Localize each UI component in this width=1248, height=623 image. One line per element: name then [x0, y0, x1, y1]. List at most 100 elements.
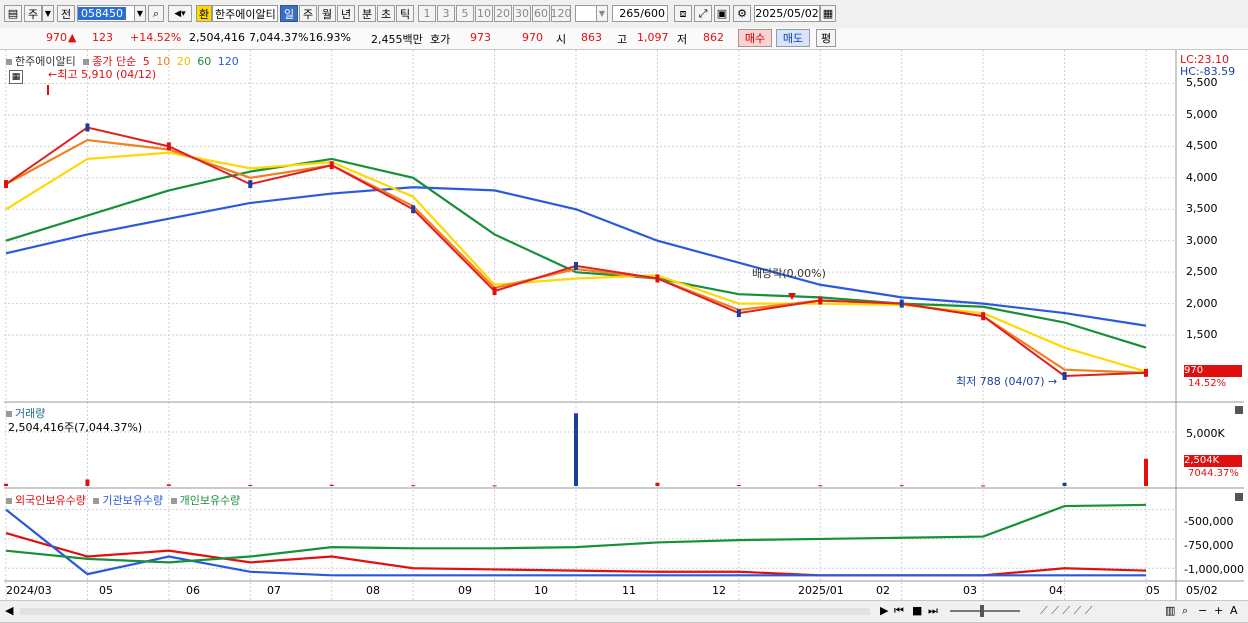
- open-price: 863: [581, 31, 602, 44]
- scroll-left-icon[interactable]: ◀: [5, 604, 13, 617]
- high-annotation-text: 최고 5,910 (04/12): [57, 68, 157, 81]
- price-axis-tick: 5,000: [1186, 107, 1218, 121]
- chart-type-icon[interactable]: ▥: [1165, 604, 1175, 617]
- minute-option-120[interactable]: 120: [551, 5, 572, 22]
- high-label: 고: [617, 33, 628, 46]
- volume-bar: [574, 413, 578, 486]
- stop-icon[interactable]: ■: [912, 604, 922, 617]
- current-pct-tag: 14.52%: [1188, 378, 1227, 389]
- zoom-search-icon[interactable]: ⌕: [1182, 604, 1188, 618]
- period-second-tab[interactable]: 초: [377, 5, 395, 22]
- save-icon[interactable]: ▣: [714, 5, 730, 22]
- prefix-label: 전: [57, 5, 75, 22]
- period-week-tab[interactable]: 주: [299, 5, 317, 22]
- institution-checkbox-icon[interactable]: [93, 498, 100, 504]
- holding-panel-close-icon[interactable]: [1235, 493, 1243, 501]
- period-month-tab[interactable]: 월: [318, 5, 336, 22]
- gear-icon[interactable]: ⚙: [733, 5, 751, 22]
- draw-tools-icon[interactable]: ⟋ ⟋ ⟋ ⟋ ⟋: [1040, 604, 1093, 618]
- x-axis-label: 08: [366, 584, 380, 597]
- minute-option-5[interactable]: 5: [456, 5, 474, 22]
- price-axis-tick: 2,500: [1186, 265, 1218, 279]
- forward-icon[interactable]: ⏭: [928, 604, 938, 618]
- volume-bar: [1062, 482, 1067, 486]
- zoom-out-icon[interactable]: −: [1198, 604, 1207, 617]
- candle: [85, 123, 90, 132]
- date-field[interactable]: 2025/05/02: [754, 5, 820, 22]
- volume-bar: [329, 484, 334, 486]
- ma-120-label: 120: [217, 55, 239, 68]
- code-dropdown-icon[interactable]: ▼: [134, 5, 146, 22]
- legend-checkbox-icon[interactable]: [83, 59, 90, 65]
- font-size-icon[interactable]: A: [1230, 604, 1238, 617]
- minute-option-30[interactable]: 30: [513, 5, 531, 22]
- open-label: 시: [556, 33, 567, 46]
- period-day-tab[interactable]: 일: [280, 5, 298, 22]
- volume-panel-close-icon[interactable]: [1235, 406, 1243, 414]
- low-price: 862: [703, 31, 724, 44]
- chart-background: [4, 50, 1244, 605]
- chart-type-tab[interactable]: 주: [24, 5, 42, 22]
- speaker-icon[interactable]: ◀▾: [168, 5, 192, 22]
- custom-period-dropdown-icon[interactable]: ▼: [596, 5, 608, 22]
- volume-bar: [818, 485, 823, 487]
- buy-button[interactable]: 매수: [738, 29, 772, 47]
- period-year-tab[interactable]: 년: [337, 5, 355, 22]
- holding-panel-legend: 외국인보유수량 기관보유수량 개인보유수량: [6, 492, 240, 508]
- minute-option-1[interactable]: 1: [418, 5, 436, 22]
- candle-icon[interactable]: ⧈: [674, 5, 692, 22]
- volume-pct-tag: 7044.37%: [1188, 468, 1239, 479]
- panel-checkbox-icon[interactable]: [6, 59, 12, 65]
- volume-summary: 2,504,416주(7,044.37%): [8, 421, 143, 434]
- holding-tick-1: -500,000: [1184, 515, 1234, 528]
- volume-bar: [4, 483, 8, 486]
- turnover-value: 16.93%: [309, 31, 351, 44]
- price-axis-tick: 2,000: [1186, 296, 1218, 310]
- x-axis-label: 04: [1049, 584, 1063, 597]
- sell-button[interactable]: 매도: [776, 29, 810, 47]
- candle: [736, 309, 741, 318]
- period-tick-tab[interactable]: 틱: [396, 5, 414, 22]
- low-annotation-text: 최저 788 (04/07): [956, 375, 1045, 388]
- price-axis-tick: 4,000: [1186, 170, 1218, 184]
- current-price: 970: [46, 31, 67, 44]
- x-axis-label: 06: [186, 584, 200, 597]
- count-field[interactable]: 265/600: [612, 5, 668, 22]
- minute-option-10[interactable]: 10: [475, 5, 493, 22]
- ma-10-label: 10: [156, 55, 171, 68]
- x-axis-label: 12: [712, 584, 726, 597]
- current-price-tag: 970: [1184, 365, 1242, 377]
- rewind-icon[interactable]: ⏮: [894, 604, 904, 618]
- candle: [574, 261, 578, 270]
- stock-code-input[interactable]: 058450: [77, 5, 137, 22]
- play-icon[interactable]: ▶: [880, 604, 888, 617]
- crosshair-icon[interactable]: ⤢: [694, 5, 712, 22]
- foreign-checkbox-icon[interactable]: [6, 498, 12, 504]
- chevron-down-icon[interactable]: ▼: [42, 5, 54, 22]
- calculator-icon[interactable]: ▦: [9, 70, 23, 84]
- volume-bar: [248, 484, 253, 486]
- search-icon[interactable]: ⌕: [148, 5, 164, 22]
- price-axis-tick: 4,500: [1186, 139, 1218, 153]
- x-axis-label: 07: [267, 584, 281, 597]
- volume-bar: [166, 484, 171, 486]
- currency-toggle[interactable]: 환: [196, 5, 212, 22]
- volume-checkbox-icon[interactable]: [6, 411, 12, 417]
- chart-area[interactable]: [0, 50, 1248, 605]
- volume-bar: [899, 485, 904, 487]
- minute-option-20[interactable]: 20: [494, 5, 512, 22]
- calendar-icon[interactable]: ▦: [820, 5, 836, 22]
- evaluate-button[interactable]: 평: [816, 29, 836, 47]
- candle: [1144, 368, 1148, 377]
- zoom-slider-handle[interactable]: [980, 605, 984, 617]
- minute-option-3[interactable]: 3: [437, 5, 455, 22]
- horizontal-scrollbar[interactable]: [20, 608, 870, 615]
- zoom-slider[interactable]: [950, 610, 1020, 612]
- period-minute-tab[interactable]: 분: [358, 5, 376, 22]
- candle: [818, 296, 823, 305]
- volume-axis-tick: 5,000K: [1186, 427, 1225, 440]
- individual-checkbox-icon[interactable]: [170, 498, 177, 504]
- chart-menu-icon[interactable]: ▤: [4, 5, 22, 22]
- zoom-in-icon[interactable]: +: [1214, 604, 1223, 617]
- minute-option-60[interactable]: 60: [532, 5, 550, 22]
